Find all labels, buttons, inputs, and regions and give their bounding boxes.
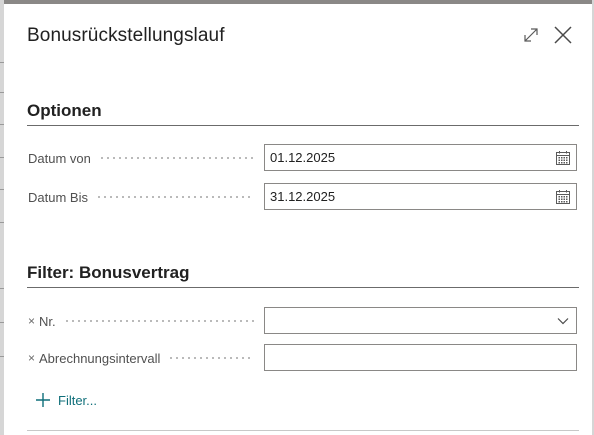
footer-divider (27, 430, 579, 431)
filter-label-interval: × Abrechnungsintervall (28, 348, 256, 368)
calendar-icon (556, 150, 570, 165)
section-title-filter: Filter: Bonusvertrag (27, 263, 190, 282)
add-filter-button[interactable]: Filter... (35, 392, 97, 408)
date-from-field[interactable]: 01.12.2025 (264, 144, 577, 171)
field-label-text: Abrechnungsintervall (39, 350, 161, 366)
plus-icon (36, 393, 50, 407)
field-label-date-from: Datum von (28, 148, 256, 168)
section-divider (27, 125, 579, 126)
date-to-calendar-button[interactable] (550, 184, 576, 209)
add-filter-label: Filter... (58, 392, 98, 408)
label-leader-dots (95, 196, 254, 198)
nr-filter-field[interactable] (264, 307, 577, 334)
chevron-down-icon (557, 317, 569, 324)
calendar-icon (556, 189, 570, 204)
field-label-text: Nr. (39, 313, 56, 329)
interval-filter-field[interactable] (264, 344, 577, 371)
expand-icon (524, 28, 538, 42)
date-from-value[interactable]: 01.12.2025 (265, 150, 550, 165)
close-icon (554, 26, 572, 44)
section-title-options: Optionen (27, 101, 102, 120)
expand-button[interactable] (519, 23, 543, 47)
label-leader-dots (98, 157, 254, 159)
dialog-title: Bonusrückstellungslauf (27, 25, 225, 46)
section-divider (27, 287, 579, 288)
remove-filter-nr-button[interactable]: × (28, 314, 35, 328)
date-to-value[interactable]: 31.12.2025 (265, 189, 550, 204)
date-to-field[interactable]: 31.12.2025 (264, 183, 577, 210)
dialog: Bonusrückstellungslauf Optionen Datum vo… (4, 4, 592, 435)
close-button[interactable] (551, 23, 575, 47)
label-leader-dots (168, 357, 254, 359)
label-leader-dots (63, 320, 254, 322)
date-from-calendar-button[interactable] (550, 145, 576, 170)
field-label-text: Datum Bis (28, 189, 88, 205)
nr-filter-dropdown-button[interactable] (550, 308, 576, 333)
field-label-text: Datum von (28, 150, 91, 166)
filter-label-nr: × Nr. (28, 311, 256, 331)
remove-filter-interval-button[interactable]: × (28, 351, 35, 365)
field-label-date-to: Datum Bis (28, 187, 256, 207)
